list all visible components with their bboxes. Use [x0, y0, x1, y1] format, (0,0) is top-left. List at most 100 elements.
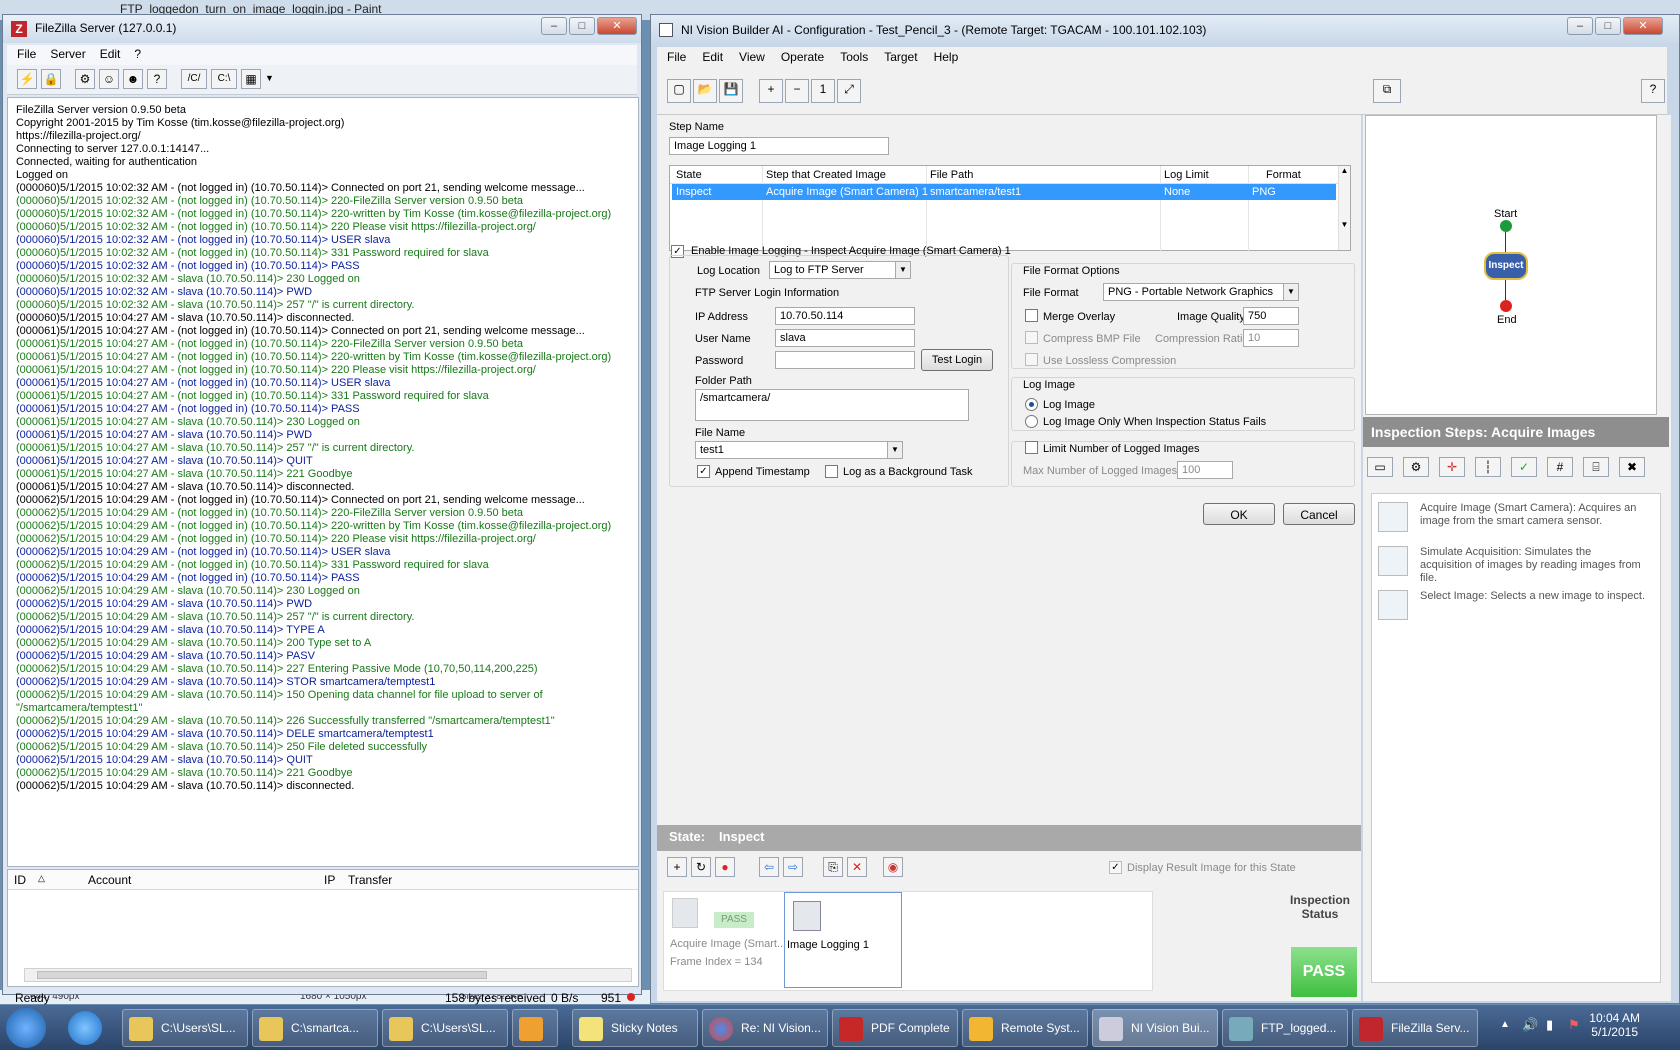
check-icon[interactable]: ✓	[1511, 457, 1537, 477]
inspect-node[interactable]: Inspect	[1484, 252, 1528, 280]
append-timestamp-checkbox[interactable]: ✓	[697, 465, 710, 478]
log-image-radio[interactable]	[1025, 398, 1038, 411]
close-button[interactable]: ✕	[1623, 17, 1663, 35]
maximize-button[interactable]: □	[569, 17, 595, 35]
step1-name[interactable]: Acquire Image (Smart...	[670, 938, 786, 950]
enhance-icon[interactable]: ⚙	[1403, 457, 1429, 477]
chevron-down-icon[interactable]: ▼	[895, 262, 910, 278]
minimize-button[interactable]: –	[541, 17, 567, 35]
zoom-1to1-icon[interactable]: 1	[811, 79, 835, 103]
test-login-button[interactable]: Test Login	[921, 349, 993, 371]
menu-edit[interactable]: Edit	[100, 47, 121, 63]
arrow-left-icon[interactable]: ⇦	[759, 857, 779, 877]
step-name-input[interactable]: Image Logging 1	[669, 137, 889, 155]
network-icon[interactable]: ▮	[1546, 1017, 1553, 1033]
menu-operate[interactable]: Operate	[781, 50, 824, 66]
tools-icon[interactable]: ✖	[1619, 457, 1645, 477]
end-node-icon[interactable]	[1500, 300, 1512, 312]
communicate-icon[interactable]: ⌸	[1583, 457, 1609, 477]
user-name-input[interactable]: slava	[775, 329, 915, 347]
limit-logged-checkbox[interactable]	[1025, 441, 1038, 454]
clock[interactable]: 10:04 AM 5/1/2015	[1589, 1011, 1640, 1039]
max-logged-stepper[interactable]: 100	[1177, 461, 1233, 479]
compression-ratio-stepper[interactable]: 10	[1243, 329, 1299, 347]
show-hidden-icons-icon[interactable]: ▲	[1500, 1019, 1510, 1030]
grid-vertical-scrollbar[interactable]: ▲ ▼	[1338, 166, 1350, 250]
zoom-in-icon[interactable]: +	[759, 79, 783, 103]
volume-icon[interactable]: 🔊	[1522, 1017, 1538, 1033]
taskbar-item[interactable]: C:\Users\SL...	[382, 1009, 508, 1047]
password-input[interactable]	[775, 351, 915, 369]
camera-icon[interactable]: ▭	[1367, 457, 1393, 477]
delete-icon[interactable]: ✕	[847, 857, 867, 877]
menu-tools[interactable]: Tools	[840, 50, 868, 66]
logging-grid-row-selected[interactable]: Inspect Acquire Image (Smart Camera) 1 s…	[672, 184, 1336, 200]
menu-help[interactable]: Help	[934, 50, 959, 66]
log-only-fail-radio[interactable]	[1025, 415, 1038, 428]
zoom-fit-icon[interactable]: ⤢	[837, 79, 861, 103]
file-format-select[interactable]: PNG - Portable Network Graphics ▼	[1103, 283, 1299, 301]
taskbar-item-active[interactable]: NI Vision Bui...	[1092, 1009, 1218, 1047]
col-id[interactable]: ID	[14, 873, 26, 887]
measure-icon[interactable]: ┆	[1475, 457, 1501, 477]
horizontal-scrollbar[interactable]	[24, 968, 632, 982]
locate-icon[interactable]: ✛	[1439, 457, 1465, 477]
maximize-button[interactable]: □	[1595, 17, 1621, 35]
taskbar-item[interactable]: C:\Users\SL...	[122, 1009, 248, 1047]
menu-edit[interactable]: Edit	[702, 50, 723, 66]
stop-icon[interactable]: ●	[715, 857, 735, 877]
new-icon[interactable]: ▢	[667, 79, 691, 103]
menu-server[interactable]: Server	[50, 47, 85, 63]
file-name-input[interactable]: test1 ▼	[695, 441, 903, 459]
ok-button[interactable]: OK	[1203, 503, 1275, 525]
close-button[interactable]: ✕	[597, 17, 637, 35]
taskbar-item[interactable]: Sticky Notes	[572, 1009, 698, 1047]
start-node-icon[interactable]	[1500, 220, 1512, 232]
menu-help[interactable]: ?	[134, 47, 141, 63]
internet-explorer-icon[interactable]	[68, 1011, 102, 1045]
step2-selected[interactable]: Image Logging 1	[784, 892, 902, 988]
ip-address-input[interactable]: 10.70.50.114	[775, 307, 915, 325]
cancel-button[interactable]: Cancel	[1283, 503, 1355, 525]
chevron-down-icon[interactable]: ▼	[265, 69, 274, 90]
refresh-icon[interactable]: ↻	[691, 857, 711, 877]
compress-bmp-checkbox[interactable]	[1025, 331, 1038, 344]
taskbar-item[interactable]: PDF Complete	[832, 1009, 958, 1047]
log-background-checkbox[interactable]	[825, 465, 838, 478]
chevron-down-icon[interactable]: ▼	[887, 442, 902, 458]
image-quality-stepper[interactable]: 750	[1243, 307, 1299, 325]
lightning-icon[interactable]: ⚡	[17, 69, 37, 89]
menu-view[interactable]: View	[739, 50, 765, 66]
menu-target[interactable]: Target	[884, 50, 917, 66]
path-windows-button[interactable]: C:\	[211, 69, 237, 89]
folder-path-input[interactable]: /smartcamera/	[695, 389, 969, 421]
log-location-select[interactable]: Log to FTP Server ▼	[769, 261, 911, 279]
user-icon[interactable]: ☺	[99, 69, 119, 89]
record-icon[interactable]: ◉	[883, 857, 903, 877]
col-account[interactable]: Account	[88, 873, 131, 887]
taskbar-item[interactable]: FTP_logged...	[1222, 1009, 1348, 1047]
merge-overlay-checkbox[interactable]	[1025, 309, 1038, 322]
add-step-icon[interactable]: +	[667, 857, 687, 877]
display-result-checkbox[interactable]: ✓	[1109, 861, 1122, 874]
taskbar-item[interactable]: Remote Syst...	[962, 1009, 1088, 1047]
lock-icon[interactable]: 🔒	[41, 69, 61, 89]
taskbar-item[interactable]: C:\smartca...	[252, 1009, 378, 1047]
settings-icon[interactable]: ⚙	[75, 69, 95, 89]
col-transfer[interactable]: Transfer	[348, 873, 392, 887]
taskbar-item[interactable]	[512, 1009, 558, 1047]
start-button[interactable]	[6, 1008, 46, 1048]
scroll-thumb[interactable]	[37, 971, 487, 979]
menu-file[interactable]: File	[667, 50, 686, 66]
save-icon[interactable]: 💾	[719, 79, 743, 103]
grid-icon[interactable]: ▦	[241, 69, 261, 89]
menu-file[interactable]: File	[17, 47, 36, 63]
diagram-view-icon[interactable]: ⧉	[1373, 79, 1401, 103]
open-folder-icon[interactable]: 📂	[693, 79, 717, 103]
arrow-right-icon[interactable]: ⇨	[783, 857, 803, 877]
copy-icon[interactable]: ⎘	[823, 857, 843, 877]
minimize-button[interactable]: –	[1567, 17, 1593, 35]
taskbar-item[interactable]: Re: NI Vision...	[702, 1009, 828, 1047]
help-icon[interactable]: ?	[147, 69, 167, 89]
taskbar-item[interactable]: FileZilla Serv...	[1352, 1009, 1478, 1047]
